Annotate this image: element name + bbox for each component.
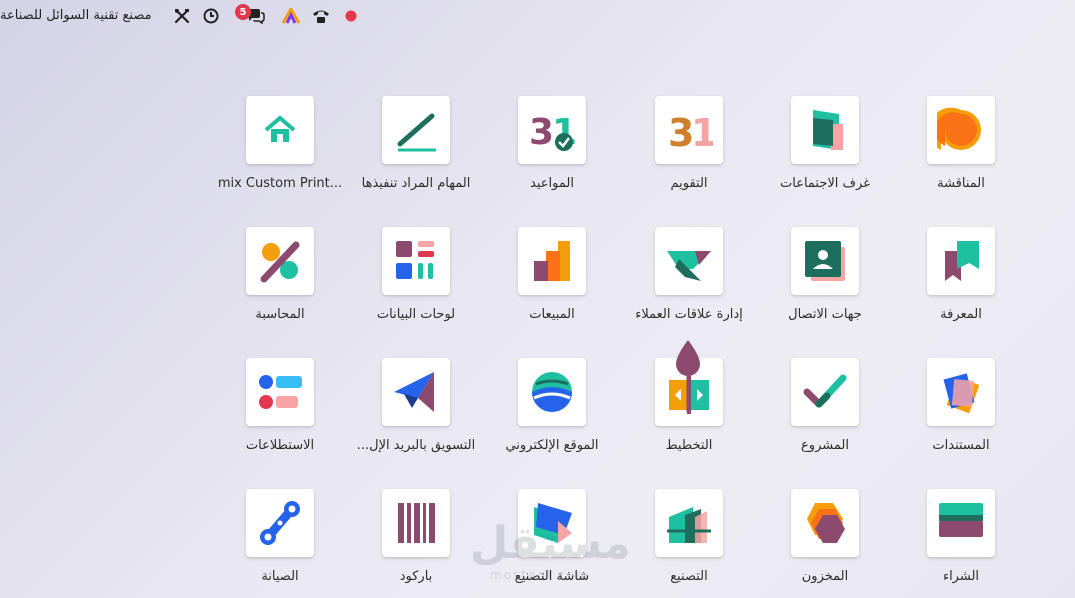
project-icon: [791, 358, 859, 426]
app-accounting[interactable]: المحاسبة: [205, 227, 355, 347]
status-dot-icon[interactable]: [341, 6, 361, 26]
app-appointments[interactable]: 31 المواعيد: [477, 96, 627, 216]
dashboards-icon: [382, 227, 450, 295]
purchase-icon: [927, 489, 995, 557]
maintenance-icon: [246, 489, 314, 557]
contacts-icon: [791, 227, 859, 295]
app-inventory[interactable]: المخزون: [750, 489, 900, 598]
chat-badge: 5: [235, 4, 251, 20]
app-crm[interactable]: إدارة علاقات العملاء: [614, 227, 764, 347]
home-icon: [246, 96, 314, 164]
company-switcher[interactable]: مصنع تقنية السوائل للصناعة: [0, 8, 160, 23]
surveys-icon: [246, 358, 314, 426]
app-sales[interactable]: المبيعات: [477, 227, 627, 347]
discuss-icon: [927, 96, 995, 164]
tools-icon[interactable]: [172, 6, 192, 26]
app-contacts[interactable]: جهات الاتصال: [750, 227, 900, 347]
app-dashboards[interactable]: لوحات البيانات: [341, 227, 491, 347]
manufacturing-icon: [655, 489, 723, 557]
calendar-icon: 313: [655, 96, 723, 164]
app-project[interactable]: المشروع: [750, 358, 900, 478]
app-surveys[interactable]: الاستطلاعات: [205, 358, 355, 478]
email-marketing-icon: [382, 358, 450, 426]
top-navbar: مصنع تقنية السوائل للصناعة 5: [0, 0, 1075, 32]
svg-text:3: 3: [668, 111, 694, 154]
app-knowledge[interactable]: المعرفة: [886, 227, 1036, 347]
app-maintenance[interactable]: الصيانة: [205, 489, 355, 598]
todo-icon: [382, 96, 450, 164]
barcode-icon: [382, 489, 450, 557]
documents-icon: [927, 358, 995, 426]
app-meeting-rooms[interactable]: غرف الاجتماعات: [750, 96, 900, 216]
app-custom-print[interactable]: mix Custom Print...: [205, 96, 355, 216]
app-website[interactable]: الموقع الإلكتروني: [477, 358, 627, 478]
app-email-marketing[interactable]: التسويق بالبريد الإل...: [341, 358, 491, 478]
meeting-rooms-icon: [791, 96, 859, 164]
clock-icon[interactable]: [201, 6, 221, 26]
crm-icon: [655, 227, 723, 295]
app-discuss[interactable]: المناقشة: [886, 96, 1036, 216]
app-barcode[interactable]: باركود: [341, 489, 491, 598]
appointments-icon: 31: [518, 96, 586, 164]
inventory-icon: [791, 489, 859, 557]
svg-text:3: 3: [529, 112, 554, 153]
knowledge-icon: [927, 227, 995, 295]
app-purchase[interactable]: الشراء: [886, 489, 1036, 598]
app-calendar[interactable]: 313 التقويم: [614, 96, 764, 216]
app-manufacturing[interactable]: التصنيع: [614, 489, 764, 598]
shop-floor-icon: [518, 489, 586, 557]
pointer-cursor-icon: [674, 338, 702, 418]
website-icon: [518, 358, 586, 426]
sales-icon: [518, 227, 586, 295]
app-shop-floor[interactable]: شاشة التصنيع: [477, 489, 627, 598]
phone-icon[interactable]: [311, 6, 331, 26]
app-documents[interactable]: المستندات: [886, 358, 1036, 478]
accounting-icon: [246, 227, 314, 295]
app-todo[interactable]: المهام المراد تنفيذها: [341, 96, 491, 216]
brand-logo-icon[interactable]: [281, 6, 301, 26]
